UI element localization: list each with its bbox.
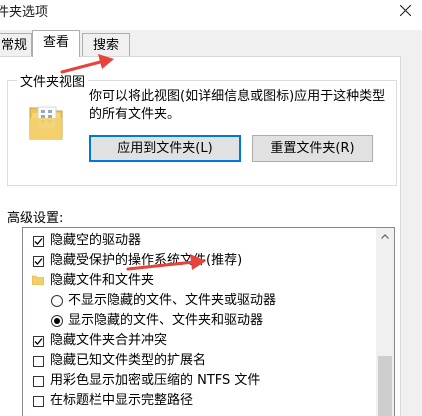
checkbox[interactable]	[33, 396, 44, 407]
radio-button[interactable]	[51, 295, 63, 307]
checkbox[interactable]	[33, 336, 44, 347]
checkbox[interactable]	[33, 376, 44, 387]
apply-to-folders-button[interactable]: 应用到文件夹(L)	[89, 135, 241, 162]
checkbox[interactable]	[33, 236, 44, 247]
setting-label: 隐藏已知文件类型的扩展名	[50, 353, 207, 368]
close-button[interactable]	[388, 0, 422, 24]
advanced-settings-tree: 隐藏空的驱动器 隐藏受保护的操作系统文件(推荐) 隐藏文件和文件夹 不显示隐藏的…	[22, 227, 395, 416]
setting-label: 显示隐藏的文件、文件夹和驱动器	[68, 313, 264, 328]
close-icon	[400, 5, 411, 16]
setting-dont-show-hidden[interactable]: 不显示隐藏的文件、文件夹或驱动器	[23, 291, 377, 311]
checkmark-icon	[34, 258, 43, 265]
setting-label: 不显示隐藏的文件、文件夹或驱动器	[68, 293, 277, 308]
radio-button-selected[interactable]	[51, 315, 63, 327]
setting-full-path-title[interactable]: 在标题栏中显示完整路径	[23, 391, 377, 411]
scroll-up-button[interactable]	[376, 228, 394, 245]
checkbox[interactable]	[33, 256, 44, 267]
reset-folders-button[interactable]: 重置文件夹(R)	[252, 135, 373, 162]
setting-label: 隐藏空的驱动器	[50, 233, 142, 248]
checkmark-icon	[34, 238, 43, 245]
folder-views-description: 你可以将此视图(如详细信息或图标)应用于这种类型的所有文件夹。	[89, 89, 386, 122]
setting-show-hidden[interactable]: 显示隐藏的文件、文件夹和驱动器	[23, 311, 377, 331]
setting-label: 隐藏文件夹合并冲突	[50, 333, 168, 348]
setting-hide-empty-drives[interactable]: 隐藏空的驱动器	[23, 231, 377, 251]
setting-hide-extensions[interactable]: 隐藏已知文件类型的扩展名	[23, 351, 377, 371]
annotation-arrow-icon	[126, 254, 206, 271]
setting-label: 在标题栏中显示完整路径	[50, 393, 194, 408]
checkmark-icon	[34, 338, 43, 345]
scrollbar-thumb[interactable]	[378, 356, 392, 416]
folder-icon	[29, 106, 63, 140]
checkbox[interactable]	[33, 356, 44, 367]
tab-strip: 常规 查看 搜索	[0, 30, 422, 57]
folder-icon	[32, 275, 44, 285]
window-title: 件夹选项	[0, 5, 49, 20]
advanced-settings-label: 高级设置:	[7, 211, 64, 226]
setting-color-ntfs[interactable]: 用彩色显示加密或压缩的 NTFS 文件	[23, 371, 377, 391]
chevron-up-icon	[381, 234, 389, 239]
tab-general[interactable]: 常规	[0, 33, 32, 57]
setting-label: 用彩色显示加密或压缩的 NTFS 文件	[50, 373, 261, 388]
vertical-scrollbar[interactable]	[376, 228, 394, 416]
title-bar: 件夹选项	[0, 0, 422, 30]
setting-hide-merge-conflicts[interactable]: 隐藏文件夹合并冲突	[23, 331, 377, 351]
tab-view[interactable]: 查看	[32, 30, 80, 57]
